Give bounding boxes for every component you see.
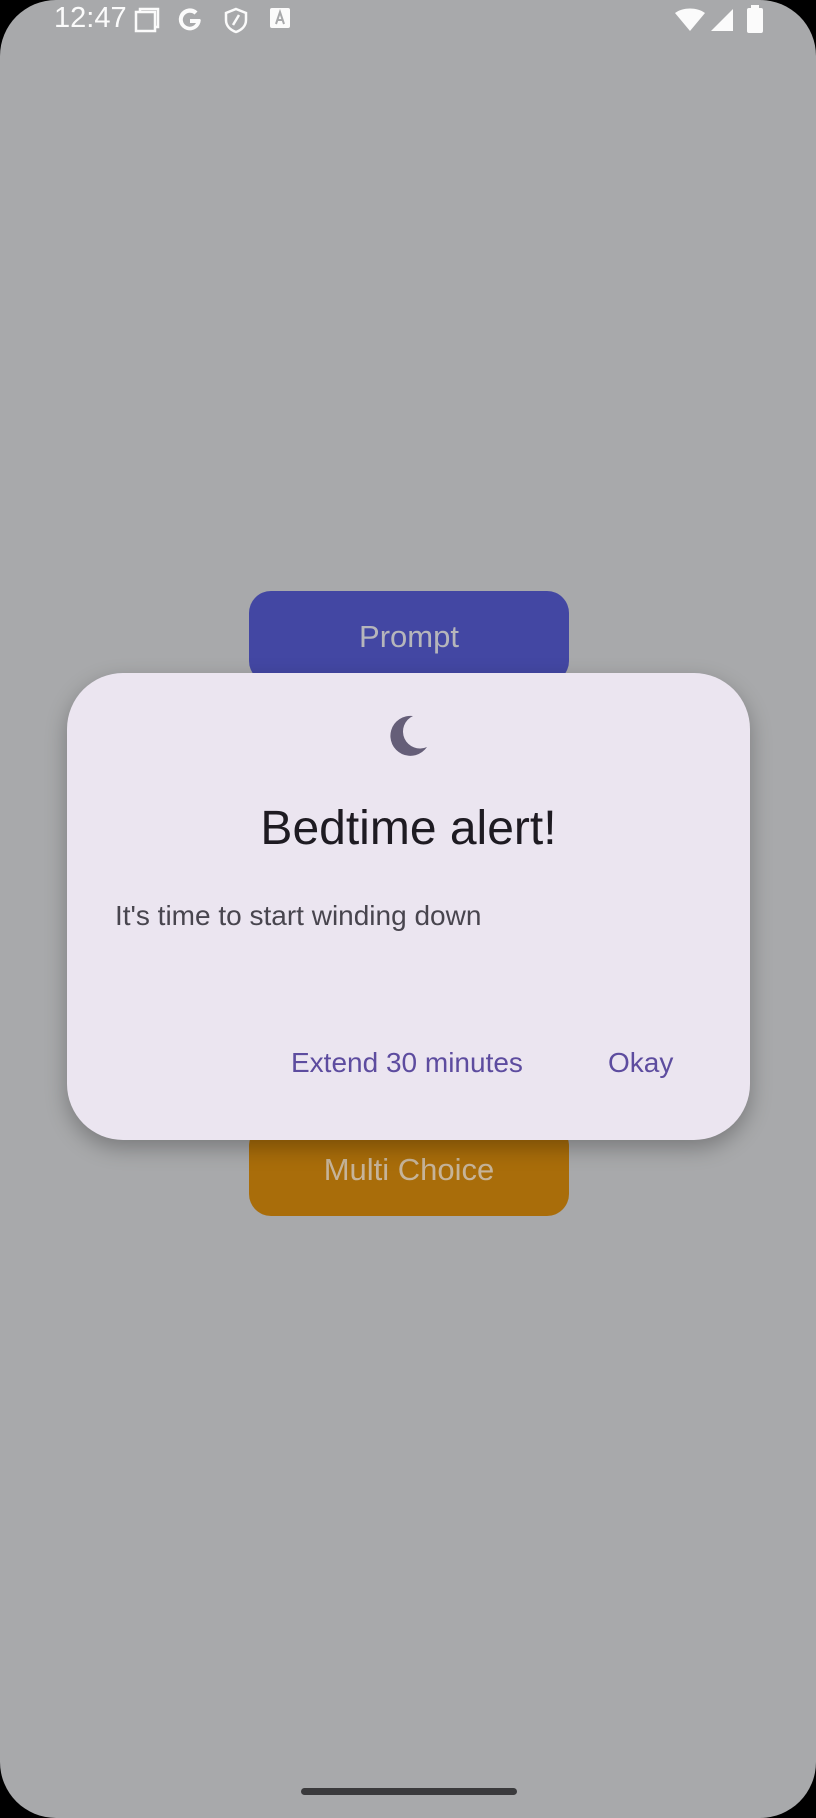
font-icon (268, 6, 292, 35)
alert-dialog: Bedtime alert! It's time to start windin… (67, 673, 750, 1140)
shield-icon (222, 6, 250, 39)
okay-button[interactable]: Okay (608, 1047, 673, 1079)
prompt-button: Prompt (249, 591, 569, 683)
wifi-icon (674, 8, 706, 37)
status-bar: 12:47 (0, 0, 816, 40)
google-icon (176, 6, 204, 39)
signal-icon (710, 8, 734, 37)
screenshot-icon (133, 6, 161, 39)
battery-icon (746, 5, 764, 38)
status-time: 12:47 (54, 2, 127, 34)
extend-30-minutes-button[interactable]: Extend 30 minutes (291, 1047, 523, 1079)
dialog-title: Bedtime alert! (260, 802, 557, 855)
home-indicator[interactable] (301, 1788, 517, 1795)
moon-icon (383, 711, 433, 761)
screen: 12:47 Prompt Multi Choice Bedtime alert!… (0, 0, 816, 1818)
dialog-message: It's time to start winding down (115, 900, 482, 931)
